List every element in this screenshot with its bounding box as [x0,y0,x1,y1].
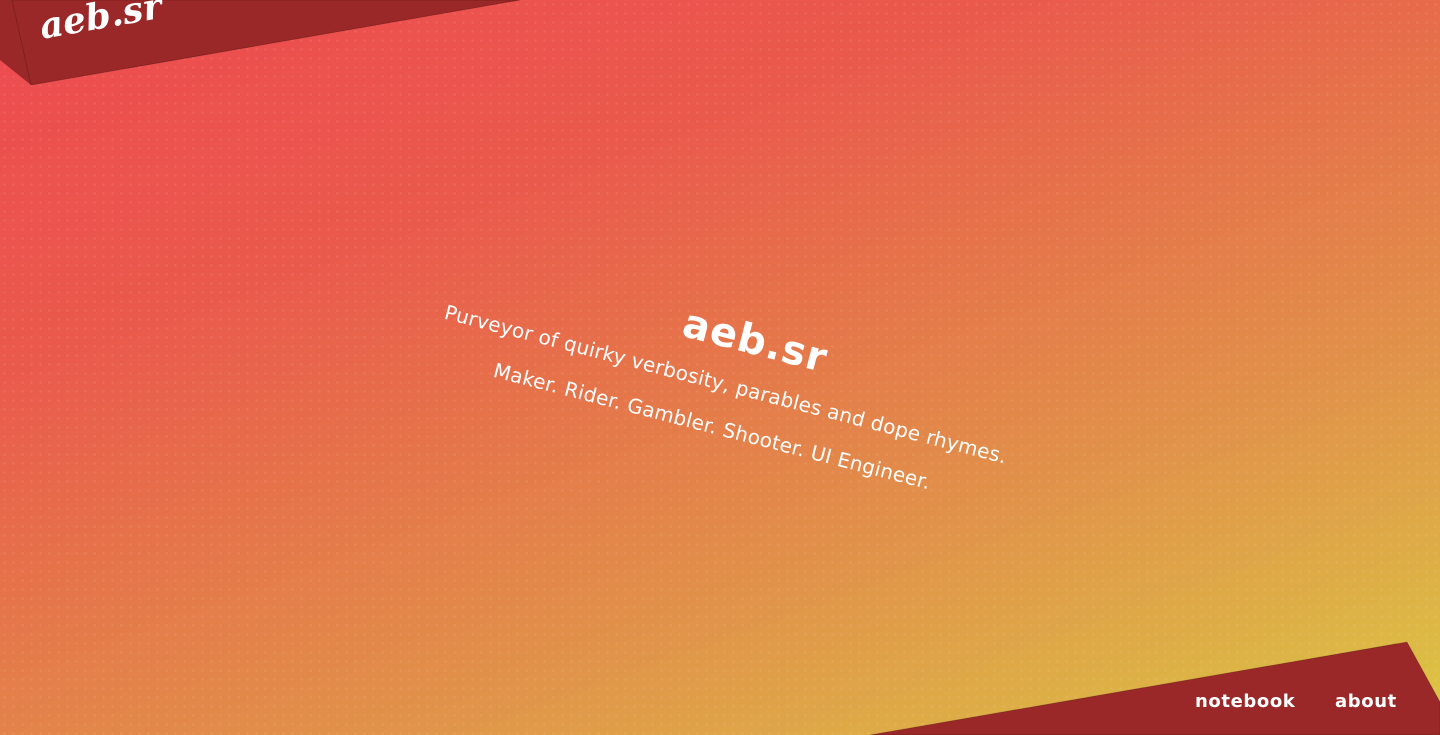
nav-link-about[interactable]: about [1335,691,1397,712]
nav-banner-shape [870,641,1440,735]
nav-banner [870,640,1440,735]
nav-link-notebook[interactable]: notebook [1195,691,1295,712]
hero-section: aeb.sr Purveyor of quirky verbosity, par… [442,300,1009,494]
dot-texture [0,0,1440,735]
brand-banner: aeb.sr [0,0,540,90]
